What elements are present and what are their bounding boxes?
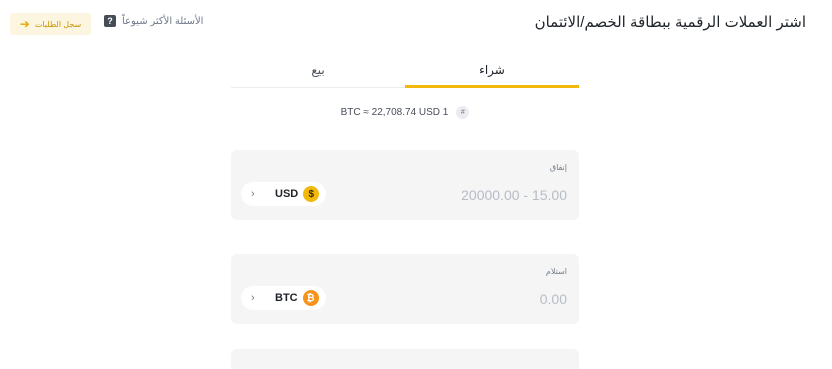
tab-buy-label: شراء (479, 63, 505, 77)
payment-card-partial (231, 349, 579, 369)
faq-label: الأسئلة الأكثر شيوعاً (122, 15, 204, 27)
spend-currency-code: USD (275, 188, 299, 200)
chevron-right-icon: › (251, 188, 255, 200)
faq-link[interactable]: ? الأسئلة الأكثر شيوعاً (104, 15, 203, 27)
receive-card: استلام 0.00 › BTC ₿ (231, 254, 579, 324)
spend-amount-input[interactable]: 20000.00 - 15.00 (461, 187, 567, 203)
receive-currency-select[interactable]: › BTC ₿ (241, 286, 326, 310)
receive-currency-code: BTC (275, 292, 298, 304)
btc-coin-icon: ₿ (302, 290, 319, 306)
usd-coin-icon: $ (303, 186, 320, 202)
tab-sell[interactable]: بيع (231, 53, 405, 87)
order-history-button[interactable]: سجل الطلبات ➔ (10, 13, 91, 35)
spend-label: إنفاق (549, 163, 567, 172)
tab-buy[interactable]: شراء (405, 53, 579, 88)
chevron-right-icon: › (251, 292, 255, 304)
receive-amount-input[interactable]: 0.00 (540, 291, 567, 307)
arrow-left-icon: ➔ (19, 17, 30, 31)
trade-tabs: شراء بيع (231, 53, 579, 88)
exchange-rate: BTC ≈ 22,708.74 USD 1 # (231, 106, 579, 119)
order-history-label: سجل الطلبات (34, 19, 82, 29)
page-title: اشتر العملات الرقمية ببطاقة الخصم/الائتم… (534, 14, 806, 31)
hash-icon: # (456, 106, 470, 119)
help-icon: ? (104, 15, 116, 27)
receive-label: استلام (545, 267, 567, 276)
tab-sell-label: بيع (311, 63, 325, 77)
spend-currency-select[interactable]: › USD $ (241, 182, 326, 206)
spend-card: إنفاق 20000.00 - 15.00 › USD $ (231, 150, 579, 220)
rate-text: BTC ≈ 22,708.74 USD 1 (340, 107, 449, 118)
